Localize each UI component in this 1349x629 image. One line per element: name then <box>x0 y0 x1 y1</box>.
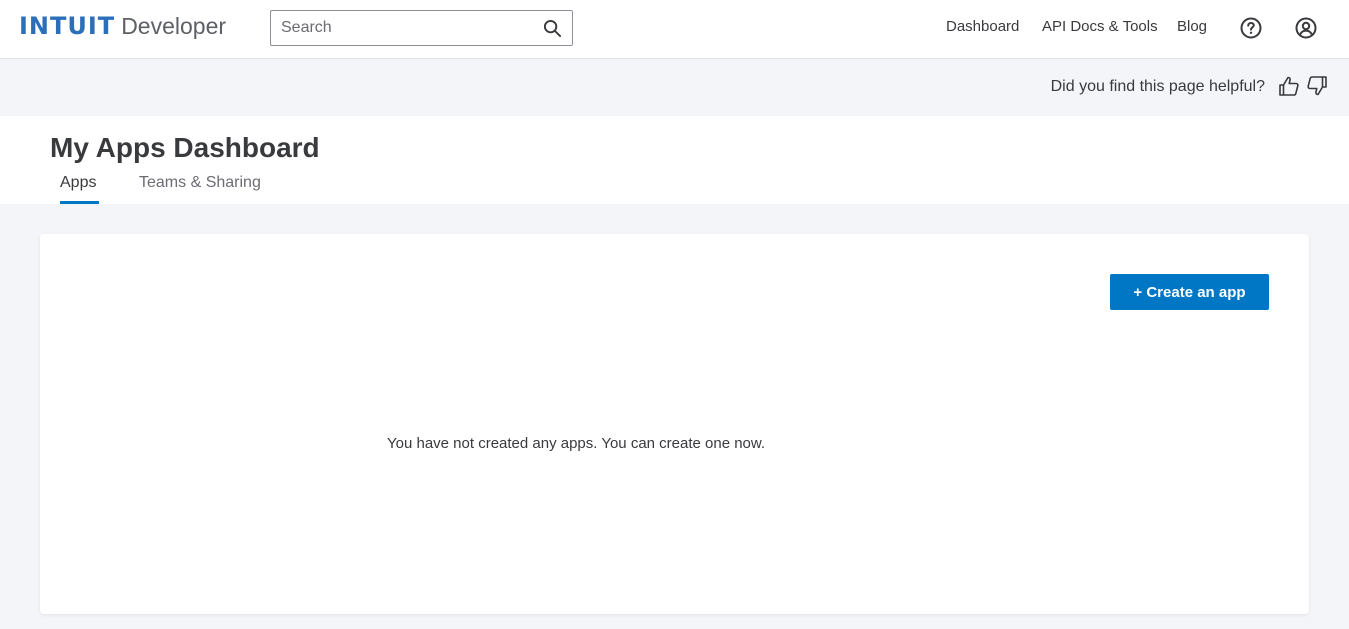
apps-card: + Create an app You have not created any… <box>40 234 1309 614</box>
thumbs-down-icon[interactable] <box>1306 75 1328 97</box>
intuit-logo-mark: INTUIT <box>19 12 116 40</box>
intuit-developer-logo[interactable]: INTUIT Developer <box>19 12 226 46</box>
nav-dashboard-link[interactable]: Dashboard <box>946 18 1019 35</box>
developer-logo-word: Developer <box>121 13 227 39</box>
active-tab-indicator <box>60 201 99 204</box>
search-icon[interactable] <box>543 19 562 38</box>
search-box <box>270 10 573 46</box>
account-icon[interactable] <box>1295 17 1317 39</box>
feedback-question: Did you find this page helpful? <box>1050 78 1265 95</box>
page-header: My Apps Dashboard Apps Teams & Sharing <box>0 116 1349 204</box>
feedback-bar: Did you find this page helpful? <box>0 59 1349 116</box>
tab-teams-sharing[interactable]: Teams & Sharing <box>139 174 261 192</box>
search-input[interactable] <box>281 11 536 45</box>
help-icon[interactable] <box>1240 17 1262 39</box>
tab-apps[interactable]: Apps <box>60 174 96 192</box>
top-navigation-bar: INTUIT Developer Dashboard API Docs & To… <box>0 0 1349 59</box>
thumbs-up-icon[interactable] <box>1278 75 1300 97</box>
nav-api-docs-link[interactable]: API Docs & Tools <box>1042 18 1158 35</box>
create-app-button[interactable]: + Create an app <box>1110 274 1269 310</box>
page-title: My Apps Dashboard <box>50 132 320 163</box>
nav-blog-link[interactable]: Blog <box>1177 18 1207 35</box>
empty-state-message: You have not created any apps. You can c… <box>387 435 766 452</box>
